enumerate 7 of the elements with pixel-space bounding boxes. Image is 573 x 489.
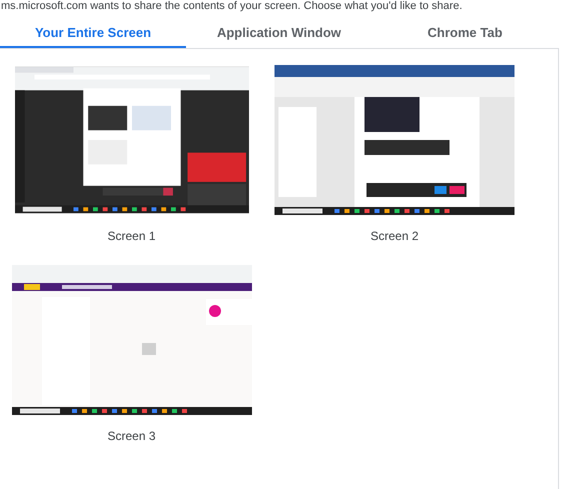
tab[interactable]: Application Window — [186, 19, 372, 48]
share-prompt: ms.microsoft.com wants to share the contents of your screen. Choose what you'd like to share. — [0, 0, 464, 12]
screen-label: Screen 2 — [370, 228, 419, 245]
screen-label: Screen 1 — [107, 228, 156, 245]
tab[interactable]: Chrome Tab — [372, 19, 558, 48]
tab[interactable]: Your Entire Screen — [0, 19, 186, 48]
screen-label: Screen 3 — [107, 428, 156, 445]
